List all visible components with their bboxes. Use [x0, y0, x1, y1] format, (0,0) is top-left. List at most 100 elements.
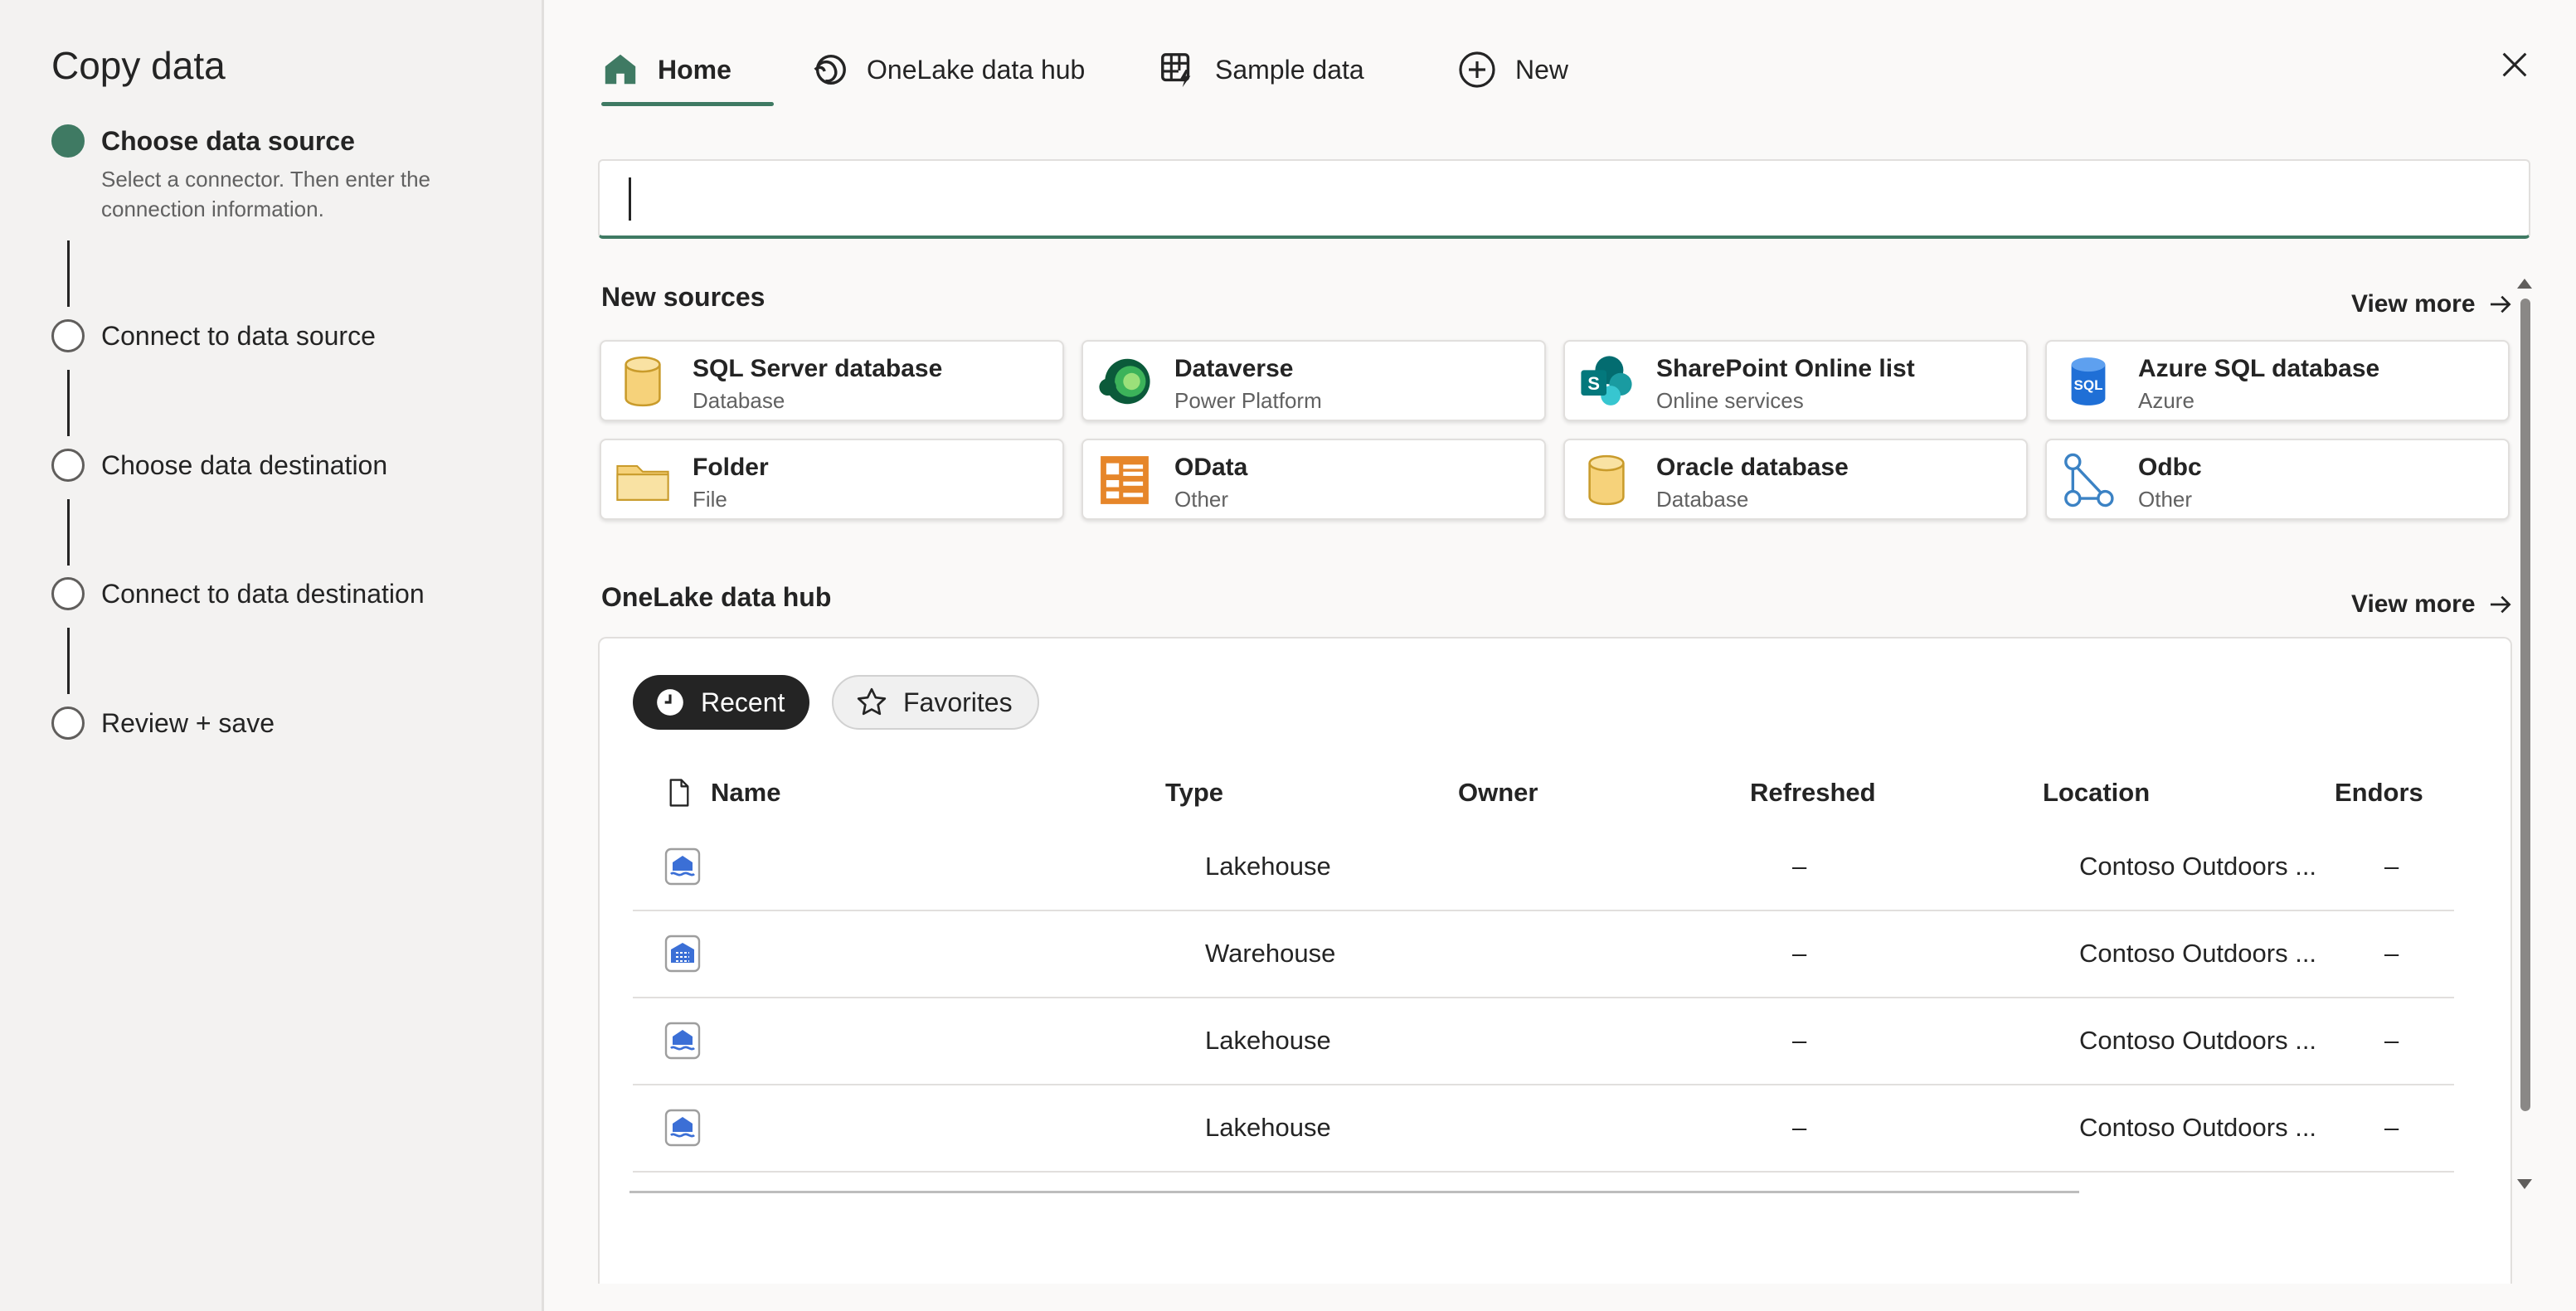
column-header-refreshed[interactable]: Refreshed — [1750, 778, 1876, 808]
source-name: SharePoint Online list — [1656, 355, 1915, 382]
sample-data-icon — [1161, 53, 1191, 88]
source-type: Database — [1656, 487, 1749, 512]
step-indicator — [51, 319, 85, 352]
tab-label: Sample data — [1215, 54, 1364, 85]
vertical-scrollbar-thumb[interactable] — [2520, 299, 2530, 1111]
source-name: OData — [1174, 454, 1248, 481]
row-endorsement: – — [2384, 852, 2399, 881]
step-active-indicator — [51, 124, 85, 158]
column-header-name[interactable]: Name — [711, 778, 780, 808]
source-name: SQL Server database — [693, 355, 943, 382]
row-refreshed: – — [1792, 852, 1807, 881]
svg-text:SQL: SQL — [2074, 377, 2103, 393]
step-label: Choose data source — [101, 126, 355, 156]
view-more-label: View more — [2351, 590, 2476, 618]
main-panel: Home OneLake data hub Sample data New Ne… — [547, 0, 2576, 1311]
source-card-oracle-database[interactable]: Oracle database Database — [1563, 439, 2028, 520]
new-sources-view-more-link[interactable]: View more — [2351, 290, 2514, 318]
row-refreshed: – — [1792, 1026, 1807, 1055]
step-connector — [67, 499, 70, 566]
tab-label: OneLake data hub — [867, 54, 1086, 85]
tab-home[interactable]: Home — [601, 33, 774, 106]
svg-text:S: S — [1587, 373, 1600, 394]
odbc-icon — [2064, 453, 2114, 507]
source-card-odata[interactable]: OData Other — [1081, 439, 1546, 520]
source-card-dataverse[interactable]: Dataverse Power Platform — [1081, 340, 1546, 421]
lakehouse-icon — [664, 1109, 701, 1147]
filter-recent-button[interactable]: Recent — [633, 675, 810, 730]
row-endorsement: – — [2384, 939, 2399, 968]
source-card-odbc[interactable]: Odbc Other — [2045, 439, 2510, 520]
source-name: Dataverse — [1174, 355, 1294, 382]
view-more-label: View more — [2351, 290, 2476, 318]
onelake-icon — [814, 54, 846, 85]
step-connector — [67, 628, 70, 694]
azure-sql-icon: SQL — [2071, 357, 2106, 405]
row-endorsement: – — [2384, 1113, 2399, 1142]
step-description: Select a connector. Then enter the conne… — [101, 167, 431, 221]
onelake-hub-panel: Recent Favorites Name Type Owner Refresh… — [598, 637, 2512, 1284]
dataverse-icon — [1099, 358, 1150, 405]
filter-favorites-button[interactable]: Favorites — [832, 675, 1039, 730]
step-label: Connect to data source — [101, 321, 376, 351]
source-card-sharepoint-online-list[interactable]: S SharePoint Online list Online services — [1563, 340, 2028, 421]
tab-sample-data[interactable]: Sample data — [1159, 33, 1364, 106]
table-row[interactable]: Lakehouse – Contoso Outdoors ... – — [633, 1085, 2454, 1173]
step-label: Review + save — [101, 708, 275, 738]
star-icon — [857, 687, 887, 716]
sharepoint-icon: S — [1581, 356, 1632, 405]
source-name: Azure SQL database — [2138, 355, 2380, 382]
new-sources-title: New sources — [601, 282, 766, 312]
step-label: Connect to data destination — [101, 579, 425, 609]
table-row[interactable]: Warehouse – Contoso Outdoors ... – — [633, 911, 2454, 998]
database-cylinder-icon — [625, 356, 661, 407]
table-row[interactable]: Lakehouse – Contoso Outdoors ... – — [633, 998, 2454, 1085]
search-input[interactable] — [598, 159, 2530, 239]
onelake-hub-view-more-link[interactable]: View more — [2351, 590, 2514, 619]
row-refreshed: – — [1792, 939, 1807, 968]
warehouse-icon — [664, 935, 701, 973]
source-name: Odbc — [2138, 454, 2202, 481]
onelake-hub-title: OneLake data hub — [601, 582, 832, 612]
row-location: Contoso Outdoors ... — [2079, 852, 2317, 881]
file-icon — [669, 779, 689, 807]
add-circle-icon — [1459, 51, 1495, 88]
scroll-up-arrow[interactable] — [2517, 279, 2532, 289]
column-header-endorsement[interactable]: Endorse — [2335, 778, 2424, 808]
lakehouse-icon — [664, 1022, 701, 1060]
row-endorsement: – — [2384, 1026, 2399, 1055]
row-type: Lakehouse — [1205, 1026, 1331, 1055]
tab-label: New — [1515, 54, 1569, 85]
source-type: File — [693, 487, 727, 512]
close-button[interactable] — [2498, 48, 2531, 81]
source-type: Azure — [2138, 388, 2194, 413]
source-card-folder[interactable]: Folder File — [600, 439, 1064, 520]
source-type: Online services — [1656, 388, 1804, 413]
column-header-owner[interactable]: Owner — [1458, 778, 1538, 808]
row-refreshed: – — [1792, 1113, 1807, 1142]
horizontal-scrollbar[interactable] — [629, 1191, 2079, 1193]
step-indicator — [51, 577, 85, 610]
source-type: Power Platform — [1174, 388, 1322, 413]
row-location: Contoso Outdoors ... — [2079, 1113, 2317, 1142]
source-card-azure-sql-database[interactable]: SQL Azure SQL database Azure — [2045, 340, 2510, 421]
source-card-sql-server-database[interactable]: SQL Server database Database — [600, 340, 1064, 421]
source-type: Database — [693, 388, 785, 413]
tab-onelake-data-hub[interactable]: OneLake data hub — [810, 33, 1085, 106]
step-connector — [67, 370, 70, 436]
column-header-location[interactable]: Location — [2043, 778, 2150, 808]
source-name: Oracle database — [1656, 454, 1849, 481]
column-header-type[interactable]: Type — [1165, 778, 1223, 808]
close-icon — [2502, 52, 2527, 77]
step-indicator — [51, 706, 85, 740]
row-type: Warehouse — [1205, 939, 1336, 968]
tab-new[interactable]: New — [1457, 33, 1568, 106]
table-row[interactable]: Lakehouse – Contoso Outdoors ... – — [633, 824, 2454, 911]
source-type: Other — [2138, 487, 2193, 512]
row-location: Contoso Outdoors ... — [2079, 939, 2317, 968]
scroll-down-arrow[interactable] — [2517, 1179, 2532, 1189]
home-icon — [605, 54, 636, 85]
odata-icon — [1101, 456, 1149, 504]
step-label: Choose data destination — [101, 450, 388, 480]
row-type: Lakehouse — [1205, 1113, 1331, 1142]
